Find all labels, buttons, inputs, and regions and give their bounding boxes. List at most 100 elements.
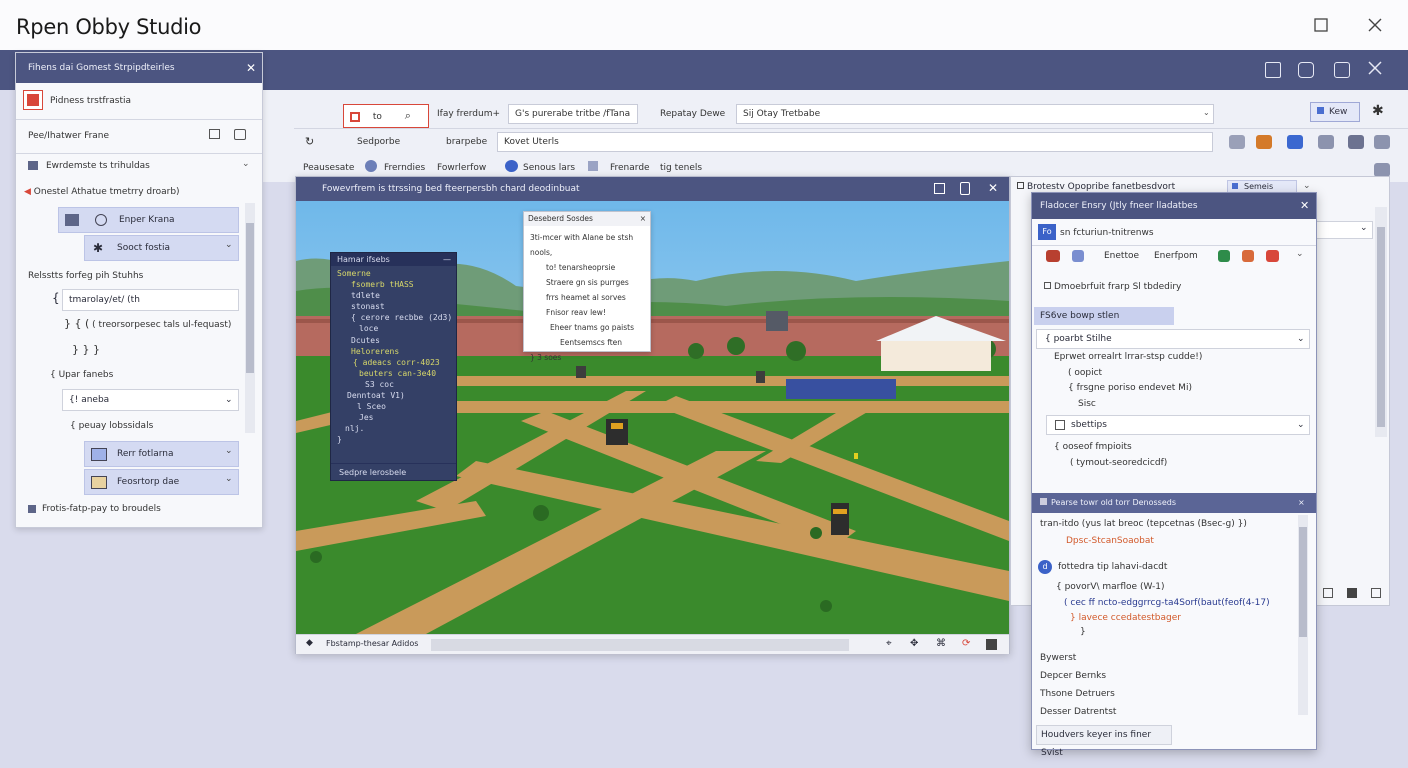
ribbon-close-icon[interactable] — [1368, 61, 1382, 78]
maximize-icon[interactable] — [1312, 18, 1330, 36]
grid-icon[interactable] — [1318, 135, 1334, 149]
popup-line: Eheer tnams go paists — [550, 323, 635, 332]
group-icon[interactable] — [1348, 135, 1364, 149]
rotate-icon[interactable]: ⟳ — [962, 638, 970, 649]
chevron-down-icon[interactable]: ⌄ — [1303, 181, 1311, 191]
scrollbar-thumb[interactable] — [246, 223, 254, 373]
list-item[interactable]: Desser Datrentst — [1040, 707, 1116, 717]
settings-icon[interactable]: ✱ — [1372, 103, 1384, 119]
restore-icon[interactable] — [960, 182, 970, 195]
editor-button-2[interactable]: Enerfpom — [1154, 251, 1198, 261]
popup-title: Deseberd Sosdes × — [524, 212, 650, 226]
toolbar-chip[interactable]: Kew — [1310, 102, 1360, 122]
folder-icon — [28, 161, 38, 170]
window-icon[interactable] — [1371, 588, 1381, 598]
toolbar-row3-tab-3[interactable]: Senous lars — [523, 163, 575, 173]
move-icon[interactable]: ✥ — [910, 638, 918, 649]
close-icon[interactable]: ✕ — [1300, 199, 1309, 212]
editor-footer-button[interactable]: Houdvers keyer ins finer Svist — [1036, 725, 1172, 758]
scale-icon[interactable]: ⌘ — [936, 638, 946, 649]
delete-icon[interactable] — [1266, 250, 1279, 262]
search-input[interactable]: Sij Otay Tretbabe — [736, 104, 1214, 124]
code-line: l Sceo — [357, 402, 386, 412]
code-line: ( oopict — [1068, 368, 1103, 378]
toolbar-tab-active[interactable]: to ⌕ — [343, 104, 429, 128]
editor-scrollbar[interactable] — [1298, 515, 1308, 715]
editor-button[interactable]: Enettoe — [1104, 251, 1139, 261]
folder-icon[interactable] — [588, 161, 598, 171]
code-line: stonast — [351, 302, 385, 312]
bug-icon[interactable] — [1046, 250, 1060, 262]
network-icon[interactable] — [505, 160, 518, 172]
toolbar-row2-field[interactable]: Kovet Uterls — [497, 132, 1213, 152]
close-icon[interactable]: ✕ — [988, 181, 998, 195]
run-icon[interactable] — [1072, 250, 1084, 262]
collapse-row[interactable]: Ewrdemste ts trihuldas — [46, 161, 150, 171]
copy-icon[interactable] — [1298, 62, 1314, 78]
script-name: sn fcturiun-tnitrenws — [1060, 228, 1154, 238]
duplicate-icon[interactable] — [234, 129, 246, 140]
layout-icon[interactable] — [1265, 62, 1281, 78]
code-panel[interactable]: Hamar ifsebs — Somerne fsomerb tHASS tdle… — [330, 252, 457, 481]
maximize-icon[interactable] — [934, 183, 945, 194]
globe-icon[interactable] — [365, 160, 377, 172]
chevron-down-icon[interactable]: ⌄ — [1296, 249, 1304, 259]
tree-input[interactable]: tmarolay/et/ (th — [62, 289, 239, 311]
code-line: ( tymout-seoredcicdf) — [1070, 458, 1168, 468]
brace-row-2: { Upar fanebs — [50, 370, 114, 380]
popup-body: 3ti-mcer with Alane be stsh nools, to! t… — [524, 226, 650, 365]
editor-title: Fladocer Ensry (Jtly fneer lladatbes — [1032, 193, 1316, 219]
window-icon[interactable] — [209, 129, 220, 139]
tool-icon[interactable] — [1347, 588, 1357, 598]
part-icon[interactable] — [1287, 135, 1303, 149]
tree-item-2[interactable]: ✱ Sooct fostia ⌄ — [84, 235, 239, 261]
label-row: Relsstts forfeg pih Stuhhs — [28, 271, 144, 281]
cut-icon[interactable] — [1242, 250, 1254, 262]
toolbar-row3-tab-5[interactable]: tig tenels — [660, 163, 702, 173]
tool-icon[interactable] — [1229, 135, 1245, 149]
toolbar-row3-tab-4[interactable]: Frenarde — [610, 163, 650, 173]
paint-icon[interactable] — [1256, 135, 1272, 149]
toolbar-field[interactable]: G's purerabe tritbe /fTana — [508, 104, 638, 124]
tree-item-selected[interactable]: Enper Krana — [58, 207, 239, 233]
tree-item-3[interactable]: Rerr fotlarna ⌄ — [84, 441, 239, 467]
code-line: { cerore recbbe (2d3) — [351, 313, 453, 323]
save-icon[interactable] — [1218, 250, 1230, 262]
chevron-down-icon[interactable]: ⌄ — [242, 159, 250, 169]
pin-icon[interactable]: ◆ — [306, 638, 313, 648]
editor-select[interactable]: { poarbt Stilhe ⌄ — [1036, 329, 1310, 349]
highlight-row[interactable]: FS6ve bowp stlen (heamrd("\?) — [1034, 307, 1174, 339]
tree-select[interactable]: {! aneba ⌄ — [62, 389, 239, 411]
chevron-down-icon: ⌄ — [225, 240, 233, 250]
select-icon[interactable]: ⌖ — [886, 638, 892, 649]
restore-icon[interactable] — [1334, 62, 1350, 78]
properties-scrollbar[interactable] — [1375, 207, 1387, 437]
tree-item-4[interactable]: Feosrtorp dae ⌄ — [84, 469, 239, 495]
list-item[interactable]: Thsone Detruers — [1040, 689, 1115, 699]
section-row[interactable]: ◀ Onestel Athatue tmetrry droarb) — [24, 187, 180, 197]
3d-scene[interactable]: Hamar ifsebs — Somerne fsomerb tHASS tdle… — [296, 201, 1009, 634]
editor-scrollbar-thumb[interactable] — [1299, 527, 1307, 637]
zoom-icon[interactable] — [1374, 163, 1390, 177]
editor-select-2[interactable]: sbettips ⌄ — [1046, 415, 1310, 435]
properties-scrollbar-thumb[interactable] — [1377, 227, 1385, 427]
properties-title: Brotestv Opopribe fanetbesdvort — [1017, 182, 1175, 192]
project-icon — [23, 90, 43, 110]
toolbar-row3-tab[interactable]: Frerndies — [384, 163, 425, 173]
list-item[interactable]: Depcer Bernks — [1040, 671, 1106, 681]
info-popup[interactable]: Deseberd Sosdes × 3ti-mcer with Alane be … — [523, 211, 651, 362]
code-line: tran-itdo (yus lat breoc (tepcetnas (Bse… — [1040, 519, 1247, 529]
toolbar-row3-tab-2[interactable]: Fowrlerfow — [437, 163, 486, 173]
toolbar-row2-label: Sedporbe — [357, 137, 401, 147]
tree-item-label: Sooct fostia — [117, 243, 170, 253]
dock-icon[interactable] — [1323, 588, 1333, 598]
camera-icon[interactable] — [986, 639, 997, 650]
editor-note: Dmoebrfuit frarp Sl tbdediry — [1044, 282, 1181, 292]
close-icon[interactable] — [1366, 18, 1384, 36]
snap-icon[interactable] — [1374, 135, 1390, 149]
chevron-down-icon[interactable]: ⌄ — [1203, 108, 1210, 117]
scrollbar[interactable] — [245, 203, 255, 433]
panel-close-icon[interactable]: ✕ — [246, 61, 256, 75]
list-item[interactable]: Bywerst — [1040, 653, 1076, 663]
move-tool-icon[interactable]: ↻ — [305, 135, 314, 148]
